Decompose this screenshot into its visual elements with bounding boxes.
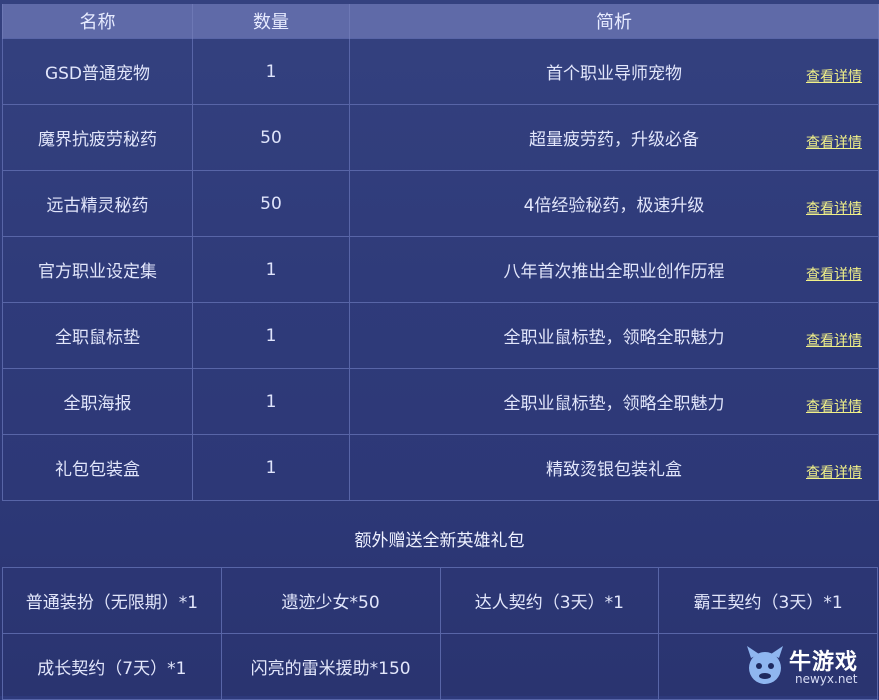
items-table: 名称 数量 简析 GSD普通宠物 1 首个职业导师宠物 查看详情 魔界抗疲劳秘药… bbox=[2, 4, 879, 501]
view-details-link[interactable]: 查看详情 bbox=[806, 264, 862, 284]
table-row: 官方职业设定集 1 八年首次推出全职业创作历程 查看详情 bbox=[2, 236, 879, 303]
gift-cell bbox=[439, 633, 660, 700]
item-qty: 1 bbox=[192, 236, 350, 303]
table-header-row: 名称 数量 简析 bbox=[2, 4, 879, 39]
header-name: 名称 bbox=[2, 4, 193, 39]
item-desc-cell: 4倍经验秘药，极速升级 查看详情 bbox=[349, 170, 879, 237]
item-name: 魔界抗疲劳秘药 bbox=[2, 104, 193, 171]
gift-row: 普通装扮（无限期）*1 遗迹少女*50 达人契约（3天）*1 霸王契约（3天）*… bbox=[2, 567, 878, 634]
item-desc-cell: 首个职业导师宠物 查看详情 bbox=[349, 38, 879, 105]
item-name: 全职海报 bbox=[2, 368, 193, 435]
item-qty: 1 bbox=[192, 368, 350, 435]
header-desc: 简析 bbox=[349, 4, 879, 39]
item-name: 礼包包装盒 bbox=[2, 434, 193, 501]
item-desc: 首个职业导师宠物 bbox=[546, 64, 682, 84]
page: 名称 数量 简析 GSD普通宠物 1 首个职业导师宠物 查看详情 魔界抗疲劳秘药… bbox=[0, 0, 879, 700]
item-desc: 4倍经验秘药，极速升级 bbox=[523, 196, 705, 216]
view-details-link[interactable]: 查看详情 bbox=[806, 132, 862, 152]
item-name: GSD普通宠物 bbox=[2, 38, 193, 105]
item-qty: 1 bbox=[192, 302, 350, 369]
item-name: 官方职业设定集 bbox=[2, 236, 193, 303]
table-row: 全职海报 1 全职业鼠标垫，领略全职魅力 查看详情 bbox=[2, 368, 879, 435]
gift-cell: 闪亮的雷米援助*150 bbox=[220, 633, 441, 700]
table-row: 礼包包装盒 1 精致烫银包装礼盒 查看详情 bbox=[2, 434, 879, 501]
watermark-logo: 牛游戏 newyx.net bbox=[743, 644, 871, 690]
extra-gift-title: 额外赠送全新英雄礼包 bbox=[354, 531, 525, 551]
mascot-icon bbox=[747, 646, 783, 684]
item-qty: 1 bbox=[192, 38, 350, 105]
view-details-link[interactable]: 查看详情 bbox=[806, 396, 862, 416]
item-qty: 50 bbox=[192, 170, 350, 237]
item-desc: 精致烫银包装礼盒 bbox=[546, 460, 682, 480]
item-desc-cell: 八年首次推出全职业创作历程 查看详情 bbox=[349, 236, 879, 303]
item-desc-cell: 超量疲劳药，升级必备 查看详情 bbox=[349, 104, 879, 171]
gift-cell: 普通装扮（无限期）*1 bbox=[2, 567, 222, 634]
table-row: 魔界抗疲劳秘药 50 超量疲劳药，升级必备 查看详情 bbox=[2, 104, 879, 171]
table-row: 全职鼠标垫 1 全职业鼠标垫，领略全职魅力 查看详情 bbox=[2, 302, 879, 369]
item-qty: 1 bbox=[192, 434, 350, 501]
watermark-domain: newyx.net bbox=[795, 672, 858, 686]
item-name: 远古精灵秘药 bbox=[2, 170, 193, 237]
item-desc: 八年首次推出全职业创作历程 bbox=[503, 262, 725, 282]
item-desc-cell: 全职业鼠标垫，领略全职魅力 查看详情 bbox=[349, 368, 879, 435]
view-details-link[interactable]: 查看详情 bbox=[806, 330, 862, 350]
item-desc-cell: 精致烫银包装礼盒 查看详情 bbox=[349, 434, 879, 501]
item-desc-cell: 全职业鼠标垫，领略全职魅力 查看详情 bbox=[349, 302, 879, 369]
item-desc: 全职业鼠标垫，领略全职魅力 bbox=[503, 394, 725, 414]
item-qty: 50 bbox=[192, 104, 350, 171]
table-row: GSD普通宠物 1 首个职业导师宠物 查看详情 bbox=[2, 38, 879, 105]
view-details-link[interactable]: 查看详情 bbox=[806, 66, 862, 86]
gift-cell: 达人契约（3天）*1 bbox=[439, 567, 660, 634]
gift-cell: 成长契约（7天）*1 bbox=[2, 633, 222, 700]
gift-cell: 遗迹少女*50 bbox=[220, 567, 441, 634]
view-details-link[interactable]: 查看详情 bbox=[806, 462, 862, 482]
item-name: 全职鼠标垫 bbox=[2, 302, 193, 369]
item-desc: 超量疲劳药，升级必备 bbox=[529, 130, 699, 150]
table-row: 远古精灵秘药 50 4倍经验秘药，极速升级 查看详情 bbox=[2, 170, 879, 237]
gift-cell: 霸王契约（3天）*1 bbox=[658, 567, 878, 634]
view-details-link[interactable]: 查看详情 bbox=[806, 198, 862, 218]
header-qty: 数量 bbox=[192, 4, 350, 39]
item-desc: 全职业鼠标垫，领略全职魅力 bbox=[503, 328, 725, 348]
